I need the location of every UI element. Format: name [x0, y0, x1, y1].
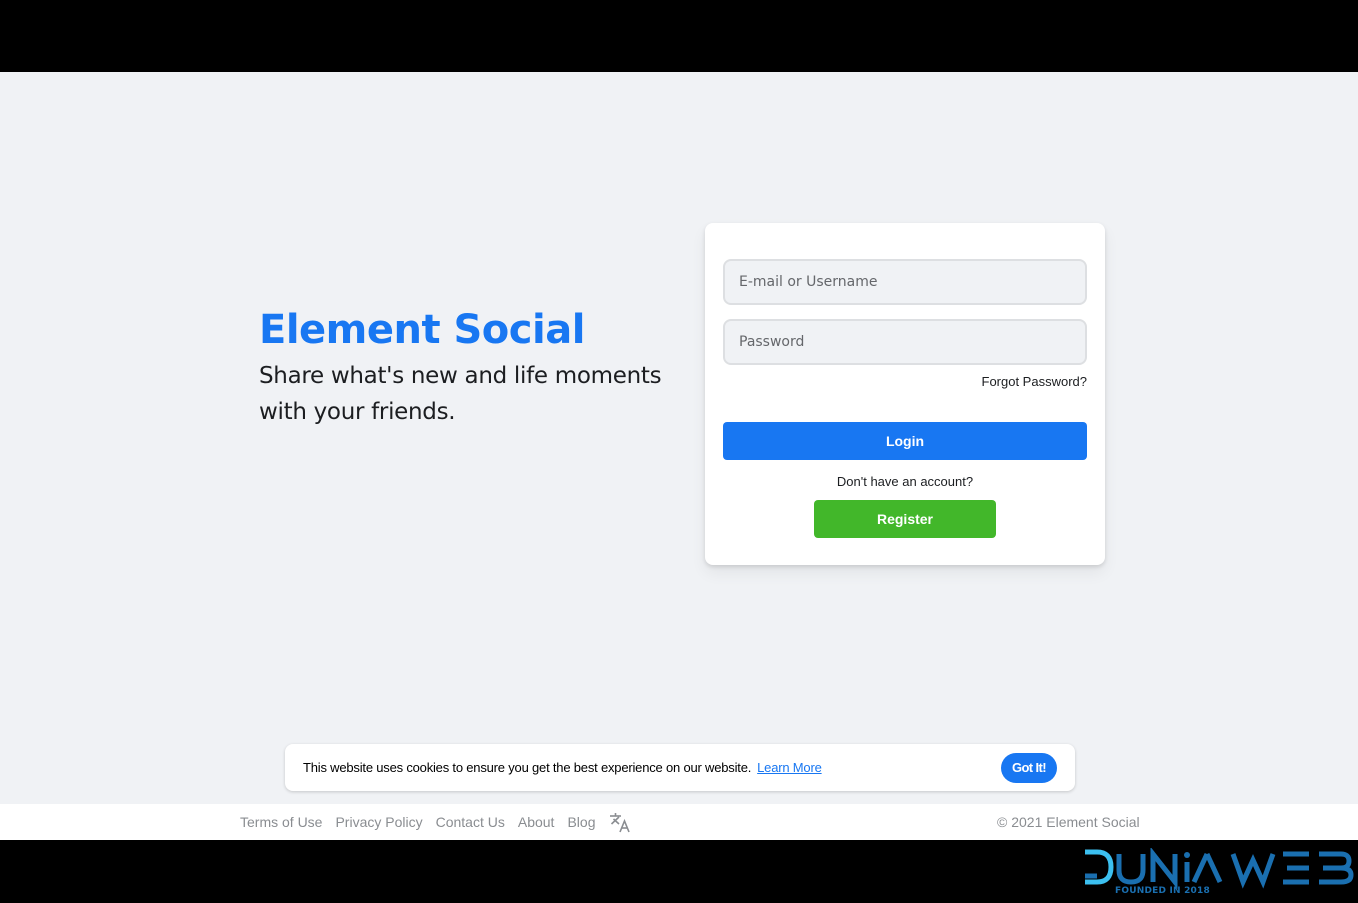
- cookie-banner: This website uses cookies to ensure you …: [285, 744, 1075, 791]
- register-button[interactable]: Register: [814, 500, 996, 538]
- doniaweb-watermark-logo: FOUNDED IN 2018: [1083, 846, 1355, 898]
- login-card: Forgot Password? Login Don't have an acc…: [705, 223, 1105, 565]
- footer: Terms of Use Privacy Policy Contact Us A…: [0, 804, 1358, 840]
- translate-icon[interactable]: [609, 811, 631, 833]
- footer-link-terms[interactable]: Terms of Use: [240, 814, 322, 830]
- footer-link-blog[interactable]: Blog: [567, 814, 595, 830]
- top-black-bar: [0, 0, 1358, 72]
- brand-title: Element Social: [259, 307, 585, 353]
- brand-tagline: Share what's new and life moments with y…: [259, 363, 662, 425]
- cookie-message: This website uses cookies to ensure you …: [303, 760, 752, 775]
- footer-link-privacy[interactable]: Privacy Policy: [335, 814, 422, 830]
- email-username-input[interactable]: [723, 259, 1087, 305]
- hero-section: Element Social Share what's new and life…: [259, 306, 679, 430]
- footer-link-about[interactable]: About: [518, 814, 555, 830]
- no-account-text: Don't have an account?: [836, 474, 974, 489]
- footer-link-contact[interactable]: Contact Us: [436, 814, 505, 830]
- forgot-password-link[interactable]: Forgot Password?: [982, 374, 1088, 389]
- footer-links: Terms of Use Privacy Policy Contact Us A…: [240, 804, 631, 840]
- cookie-accept-button[interactable]: Got It!: [1001, 752, 1057, 783]
- login-page: Element Social Share what's new and life…: [0, 72, 1358, 804]
- cookie-learn-more-link[interactable]: Learn More: [757, 760, 822, 775]
- watermark-subtitle: FOUNDED IN 2018: [1115, 886, 1210, 896]
- copyright-text: © 2021 Element Social: [997, 814, 1140, 830]
- login-button[interactable]: Login: [723, 422, 1087, 460]
- password-input[interactable]: [723, 319, 1087, 365]
